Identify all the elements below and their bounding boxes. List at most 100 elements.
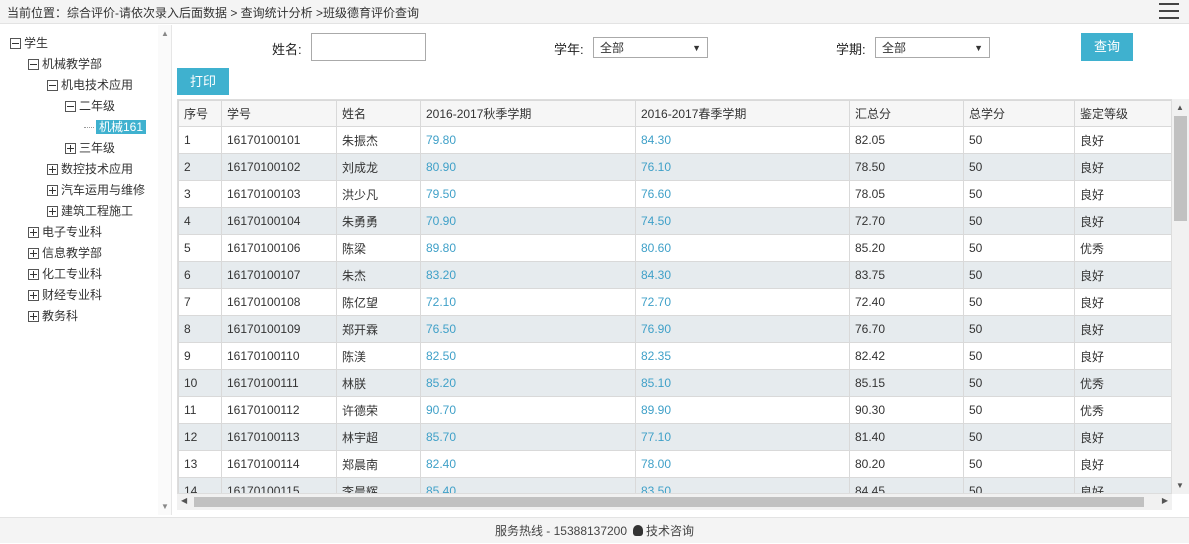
tree-node[interactable]: 电子专业科 (28, 222, 102, 242)
tree-node[interactable]: 建筑工程施工 (47, 201, 133, 221)
table-cell[interactable]: 76.90 (635, 315, 850, 343)
column-header[interactable]: 总学分 (963, 100, 1075, 127)
column-header[interactable]: 姓名 (336, 100, 421, 127)
tree-node[interactable]: 汽车运用与维修 (47, 180, 145, 200)
table-cell[interactable]: 84.30 (635, 261, 850, 289)
table-row[interactable]: 9 16170100110 陈渼 82.50 82.35 82.42 50 良好 (178, 342, 1171, 370)
table-row[interactable]: 4 16170100104 朱勇勇 70.90 74.50 72.70 50 良好 (178, 207, 1171, 235)
column-header[interactable]: 鉴定等级 (1074, 100, 1171, 127)
scroll-down-icon[interactable]: ▼ (1176, 481, 1184, 490)
column-header[interactable]: 汇总分 (849, 100, 964, 127)
table-cell[interactable]: 76.50 (420, 315, 636, 343)
expand-icon[interactable] (47, 185, 58, 197)
name-input[interactable] (311, 33, 426, 61)
table-cell[interactable]: 82.35 (635, 342, 850, 370)
expand-icon[interactable] (47, 164, 58, 176)
table-cell[interactable]: 74.50 (635, 207, 850, 235)
scroll-up-icon[interactable]: ▲ (1176, 103, 1184, 112)
scroll-down-icon[interactable]: ▼ (161, 502, 169, 511)
tree-node-label: 信息教学部 (42, 246, 103, 260)
support-link[interactable]: 技术咨询 (646, 524, 694, 538)
tree-node[interactable]: 数控技术应用 (47, 159, 133, 179)
expand-icon[interactable] (47, 206, 58, 218)
expand-icon[interactable] (28, 269, 39, 281)
column-header[interactable]: 序号 (178, 100, 222, 127)
table-cell[interactable]: 85.70 (420, 423, 636, 451)
table-row[interactable]: 12 16170100113 林宇超 85.70 77.10 81.40 50 良好 (178, 423, 1171, 451)
table-row[interactable]: 2 16170100102 刘成龙 80.90 76.10 78.50 50 良好 (178, 153, 1171, 181)
expand-icon[interactable] (28, 227, 39, 239)
column-header[interactable]: 2016-2017春季学期 (635, 100, 850, 127)
tree-node[interactable]: 机械教学部 (28, 54, 102, 74)
table-cell[interactable]: 72.10 (420, 288, 636, 316)
print-button[interactable]: 打印 (177, 68, 229, 95)
scrollbar-thumb[interactable] (1174, 116, 1187, 221)
table-row[interactable]: 13 16170100114 郑晨南 82.40 78.00 80.20 50 良好 (178, 450, 1171, 478)
scroll-right-icon[interactable]: ▶ (1162, 496, 1168, 505)
table-row[interactable]: 6 16170100107 朱杰 83.20 84.30 83.75 50 良好 (178, 261, 1171, 289)
table-cell[interactable]: 72.70 (635, 288, 850, 316)
collapse-icon[interactable] (65, 101, 76, 113)
table-cell[interactable]: 80.90 (420, 153, 636, 181)
table-row[interactable]: 10 16170100111 林朕 85.20 85.10 85.15 50 优秀 (178, 369, 1171, 397)
table-cell[interactable]: 76.60 (635, 180, 850, 208)
table-cell[interactable]: 76.10 (635, 153, 850, 181)
scroll-left-icon[interactable]: ◀ (181, 496, 187, 505)
collapse-icon[interactable] (47, 80, 58, 92)
table-cell[interactable]: 85.20 (420, 369, 636, 397)
year-select[interactable]: 全部 ▼ (593, 37, 708, 58)
table-vertical-scrollbar[interactable]: ▲ ▼ (1172, 99, 1189, 494)
scroll-up-icon[interactable]: ▲ (161, 29, 169, 38)
collapse-icon[interactable] (28, 59, 39, 71)
chevron-down-icon: ▼ (692, 43, 701, 53)
collapse-icon[interactable] (10, 38, 21, 50)
expand-icon[interactable] (65, 143, 76, 155)
term-select[interactable]: 全部 ▼ (875, 37, 990, 58)
year-select-value: 全部 (600, 41, 625, 55)
tree-node[interactable]: 信息教学部 (28, 243, 102, 263)
table-horizontal-scrollbar[interactable]: ◀ ▶ (177, 494, 1172, 510)
table-cell[interactable]: 90.70 (420, 396, 636, 424)
table-cell[interactable]: 85.10 (635, 369, 850, 397)
table-row[interactable]: 3 16170100103 洪少凡 79.50 76.60 78.05 50 良好 (178, 180, 1171, 208)
tree-node[interactable]: 机电技术应用 (47, 75, 133, 95)
tree-node[interactable]: 学生 (10, 33, 48, 53)
table-cell[interactable]: 70.90 (420, 207, 636, 235)
table-row[interactable]: 1 16170100101 朱振杰 79.80 84.30 82.05 50 良好 (178, 126, 1171, 154)
expand-icon[interactable] (28, 248, 39, 260)
table-cell[interactable]: 84.30 (635, 126, 850, 154)
table-cell: 优秀 (1074, 234, 1171, 262)
expand-icon[interactable] (28, 311, 39, 323)
tree-node[interactable]: 机械161 (84, 117, 147, 137)
tree-node[interactable]: 三年级 (65, 138, 115, 158)
table-cell[interactable]: 85.40 (420, 477, 636, 493)
table-cell[interactable]: 77.10 (635, 423, 850, 451)
table-row[interactable]: 5 16170100106 陈梁 89.80 80.60 85.20 50 优秀 (178, 234, 1171, 262)
tree-node[interactable]: 财经专业科 (28, 285, 102, 305)
column-header[interactable]: 2016-2017秋季学期 (420, 100, 636, 127)
tree-node[interactable]: 教务科 (28, 306, 78, 326)
table-cell[interactable]: 83.50 (635, 477, 850, 493)
expand-icon[interactable] (28, 290, 39, 302)
table-cell[interactable]: 79.50 (420, 180, 636, 208)
table-row[interactable]: 11 16170100112 许德荣 90.70 89.90 90.30 50 优秀 (178, 396, 1171, 424)
table-cell[interactable]: 82.40 (420, 450, 636, 478)
menu-icon[interactable] (1159, 3, 1179, 21)
table-cell[interactable]: 80.60 (635, 234, 850, 262)
table-cell: 16170100113 (221, 423, 337, 451)
column-header[interactable]: 学号 (221, 100, 337, 127)
table-row[interactable]: 14 16170100115 李晨辉 85.40 83.50 84.45 50 良好 (178, 477, 1171, 493)
table-cell[interactable]: 89.80 (420, 234, 636, 262)
tree-scrollbar[interactable]: ▲ ▼ (158, 25, 171, 515)
tree-node[interactable]: 化工专业科 (28, 264, 102, 284)
table-cell[interactable]: 78.00 (635, 450, 850, 478)
table-row[interactable]: 8 16170100109 郑开霖 76.50 76.90 76.70 50 良好 (178, 315, 1171, 343)
tree-node[interactable]: 二年级 (65, 96, 115, 116)
table-row[interactable]: 7 16170100108 陈亿望 72.10 72.70 72.40 50 良好 (178, 288, 1171, 316)
table-cell[interactable]: 79.80 (420, 126, 636, 154)
table-cell[interactable]: 82.50 (420, 342, 636, 370)
scrollbar-thumb[interactable] (194, 497, 1144, 507)
table-cell[interactable]: 83.20 (420, 261, 636, 289)
table-cell[interactable]: 89.90 (635, 396, 850, 424)
query-button[interactable]: 查询 (1081, 33, 1133, 61)
